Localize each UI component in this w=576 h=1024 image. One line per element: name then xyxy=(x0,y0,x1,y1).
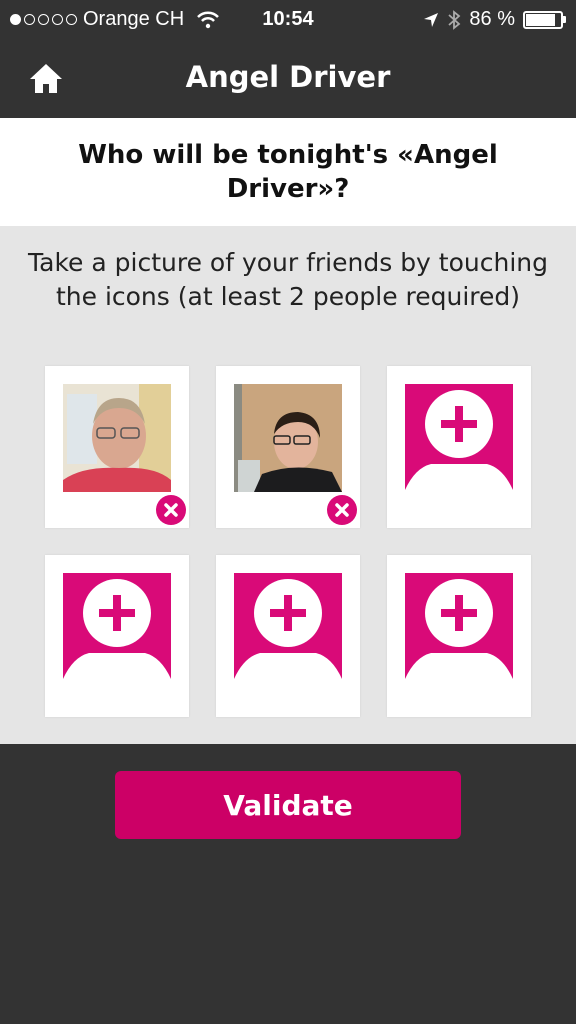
friend-photo-2 xyxy=(234,384,342,492)
friend-photo-1 xyxy=(63,384,171,492)
friend-tile-1[interactable] xyxy=(45,366,189,528)
instructions-text: Take a picture of your friends by touchi… xyxy=(28,248,548,311)
status-right: 86 % xyxy=(423,8,566,31)
add-friend-tile-4[interactable] xyxy=(45,555,189,717)
add-friend-tile-5[interactable] xyxy=(216,555,360,717)
bluetooth-icon xyxy=(448,9,461,30)
remove-friend-2-button[interactable] xyxy=(327,495,357,525)
question-text: Who will be tonight's «Angel Driver»? xyxy=(78,140,498,204)
battery-icon xyxy=(523,10,563,29)
friends-grid-area: Take a picture of your friends by touchi… xyxy=(0,226,576,744)
add-person-icon xyxy=(405,384,513,490)
add-friend-tile-6[interactable] xyxy=(387,555,531,717)
add-person-icon xyxy=(234,573,342,679)
close-icon xyxy=(335,503,349,517)
close-icon xyxy=(164,503,178,517)
remove-friend-1-button[interactable] xyxy=(156,495,186,525)
friend-tile-2[interactable] xyxy=(216,366,360,528)
page-title: Angel Driver xyxy=(185,60,391,94)
location-icon xyxy=(424,12,439,27)
add-friend-tile-3[interactable] xyxy=(387,366,531,528)
battery-percent: 86 % xyxy=(469,8,515,30)
status-bar: Orange CH 10:54 86 % xyxy=(0,0,576,40)
question-box: Who will be tonight's «Angel Driver»? xyxy=(0,118,576,226)
nav-bar: Angel Driver xyxy=(0,40,576,118)
add-person-icon xyxy=(405,573,513,679)
validate-button[interactable]: Validate xyxy=(115,771,461,839)
add-person-icon xyxy=(63,573,171,679)
